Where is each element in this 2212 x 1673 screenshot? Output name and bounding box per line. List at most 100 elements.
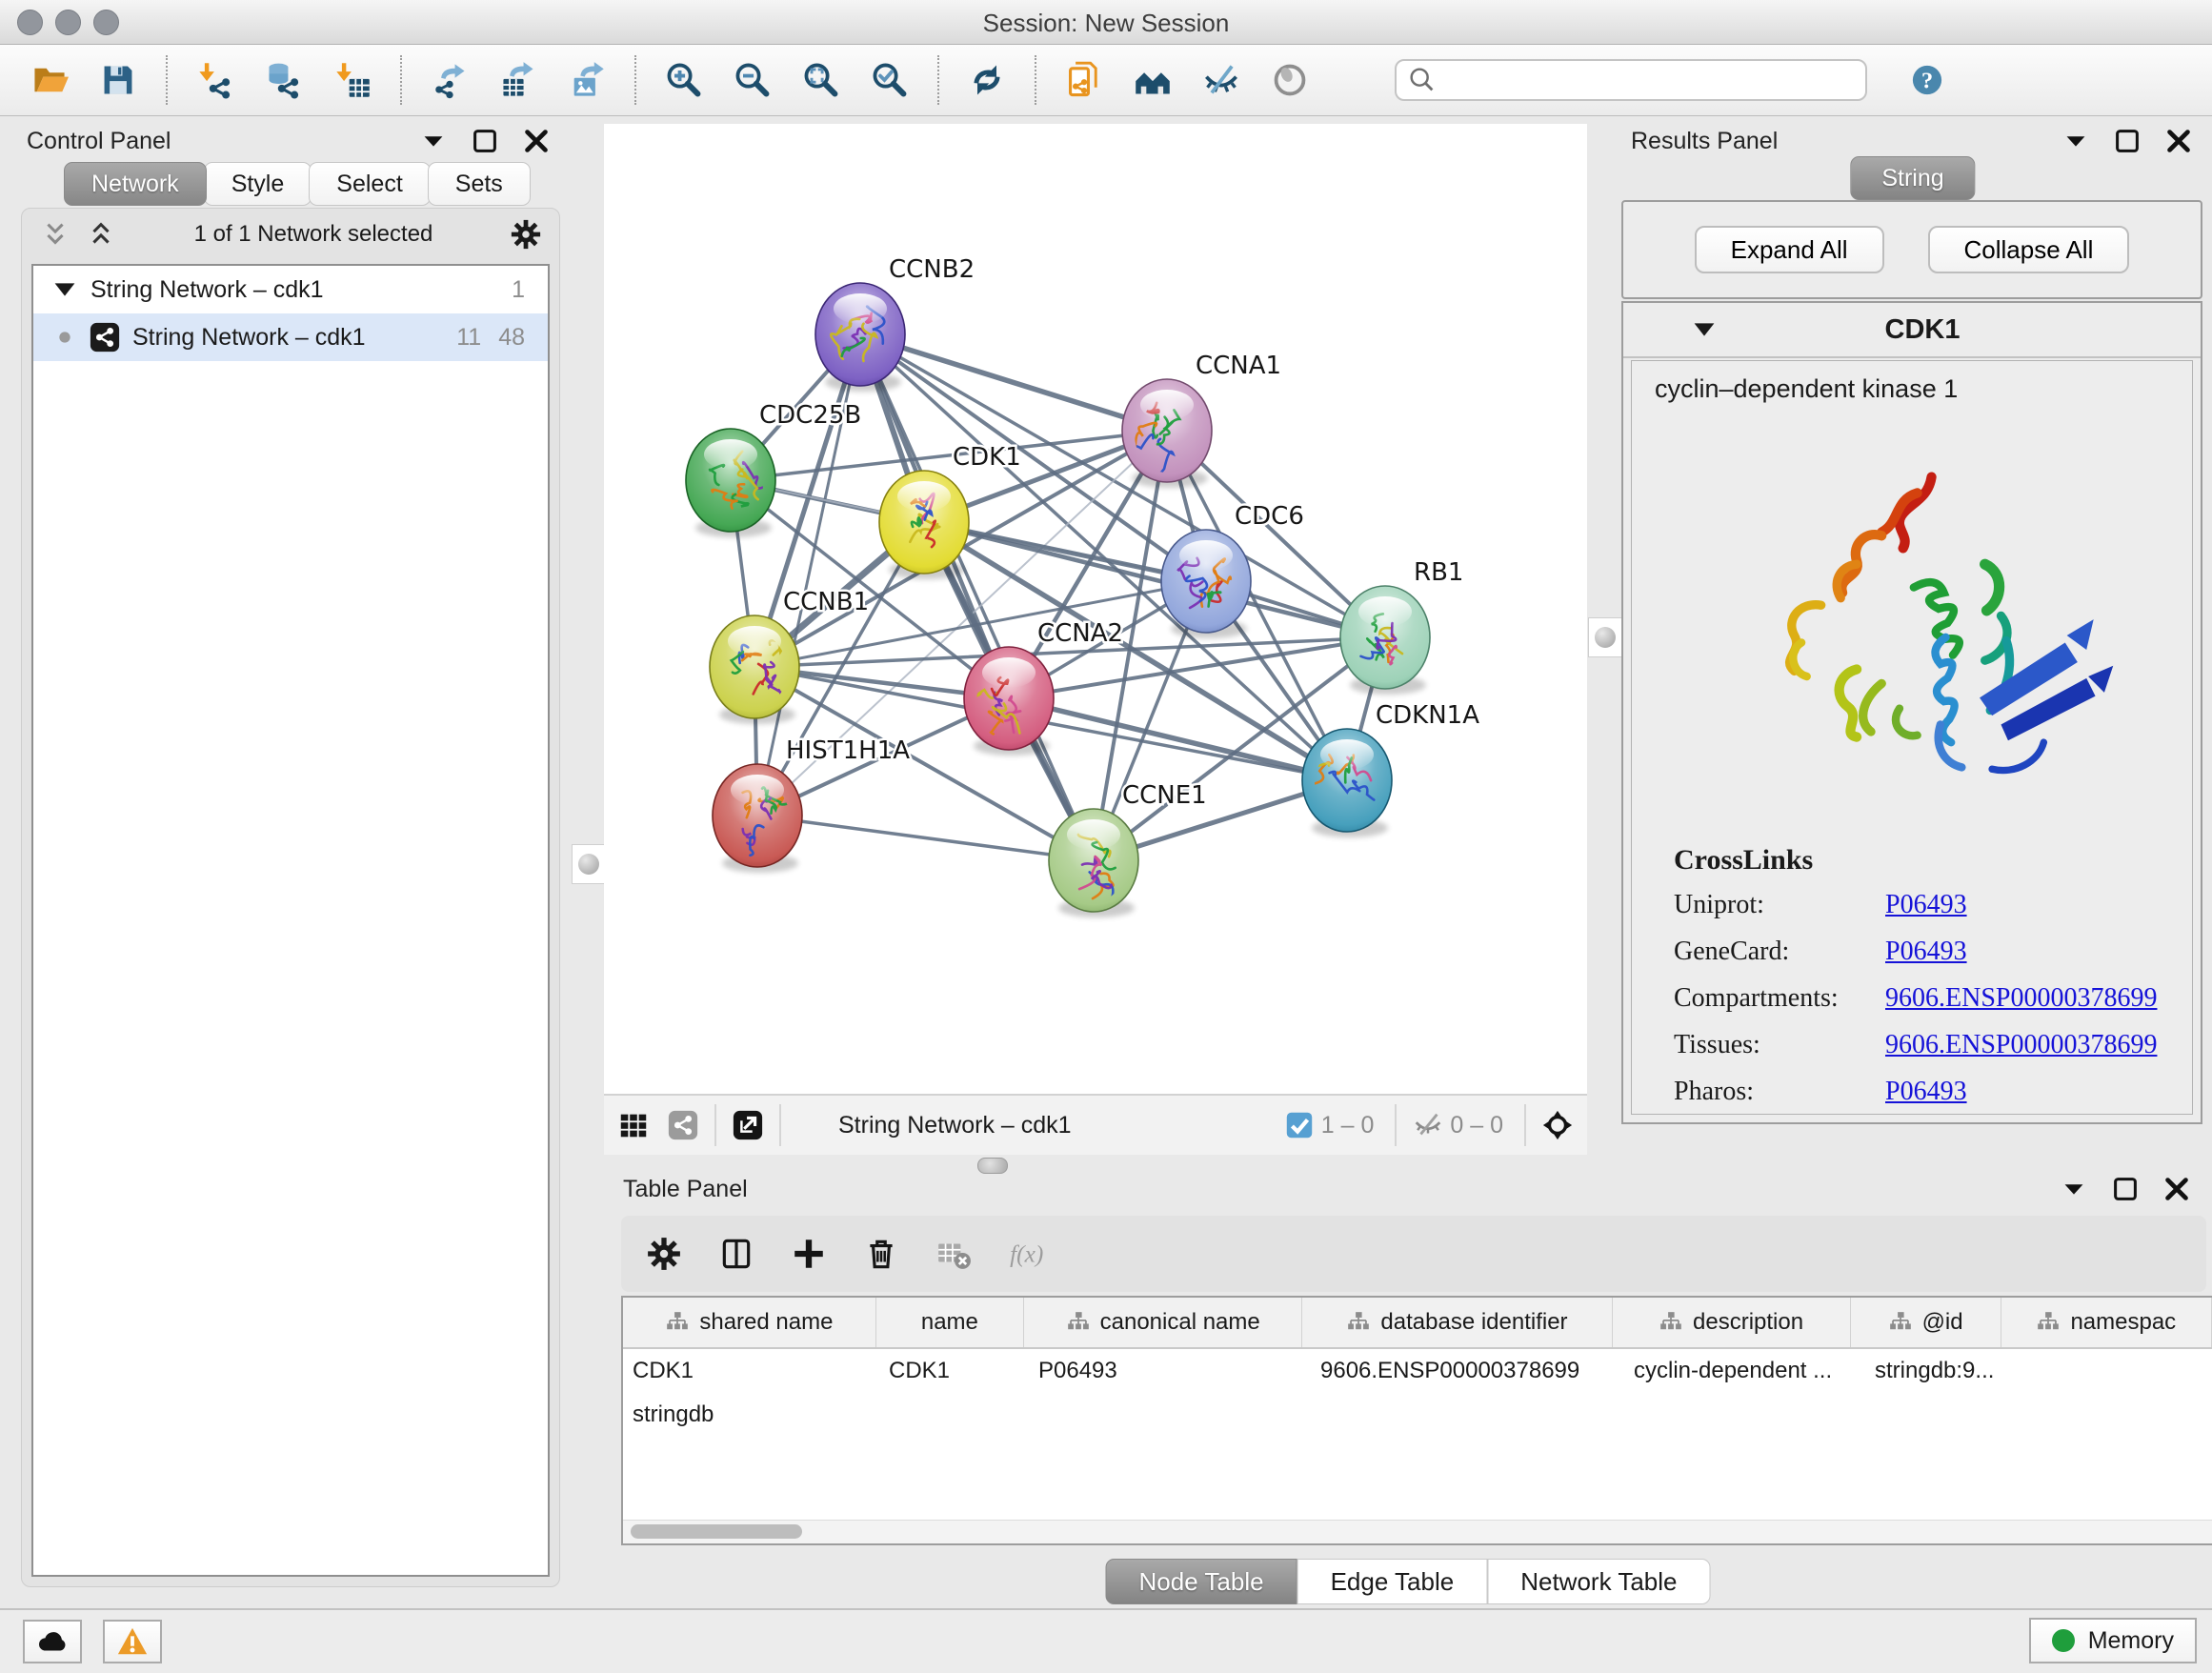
tab-edge-table[interactable]: Edge Table: [1297, 1559, 1488, 1604]
table-h-scrollbar: [623, 1520, 2212, 1543]
houses-icon[interactable]: [1132, 59, 1174, 101]
panel-float-icon[interactable]: [2111, 125, 2143, 157]
network-selection-status: 1 of 1 Network selected: [117, 221, 510, 248]
column-header-name[interactable]: name: [876, 1298, 1024, 1347]
warnings-button[interactable]: [103, 1620, 162, 1663]
columns-icon[interactable]: [718, 1236, 754, 1272]
show-eye-icon[interactable]: [1269, 59, 1311, 101]
memory-button[interactable]: Memory: [2029, 1618, 2197, 1663]
column-header-database-identifier[interactable]: database identifier: [1302, 1298, 1612, 1347]
column-header-canonical-name[interactable]: canonical name: [1024, 1298, 1302, 1347]
crosslink-link[interactable]: P06493: [1885, 937, 1967, 967]
zoom-fit-icon[interactable]: [800, 59, 842, 101]
network-row-selected[interactable]: String Network – cdk1 11 48: [33, 313, 548, 361]
cell: 9606.ENSP00000378699: [1311, 1349, 1624, 1393]
crosslink-row: Tissues:9606.ENSP00000378699: [1674, 1030, 2192, 1060]
tab-network[interactable]: Network: [64, 162, 207, 206]
network-collection-row[interactable]: String Network – cdk1 1: [33, 266, 548, 313]
tab-sets[interactable]: Sets: [428, 162, 531, 206]
expand-all-button[interactable]: Expand All: [1695, 226, 1884, 273]
collapse-all-button[interactable]: Collapse All: [1928, 226, 2130, 273]
refresh-icon[interactable]: [966, 59, 1008, 101]
crosslink-link[interactable]: P06493: [1885, 1077, 1967, 1107]
tab-string[interactable]: String: [1850, 156, 1975, 200]
network-share-badge-icon[interactable]: [667, 1109, 699, 1141]
zoom-in-icon[interactable]: [663, 59, 705, 101]
save-icon[interactable]: [97, 59, 139, 101]
column-header--id[interactable]: @id: [1851, 1298, 2001, 1347]
column-header-description[interactable]: description: [1613, 1298, 1851, 1347]
edge-CCNB2-CCNE1[interactable]: [860, 334, 1094, 860]
table-h-scrollbar-thumb[interactable]: [631, 1524, 802, 1539]
crosslink-link[interactable]: 9606.ENSP00000378699: [1885, 1030, 2157, 1060]
section-collapse-icon[interactable]: [1688, 313, 1720, 346]
import-database-icon[interactable]: [263, 59, 305, 101]
import-network-icon[interactable]: [194, 59, 236, 101]
column-header-shared-name[interactable]: shared name: [623, 1298, 876, 1347]
node-HIST1H1A[interactable]: HIST1H1A: [713, 736, 910, 867]
network-view-canvas[interactable]: CCNB2CCNA1CDC25BCDK1CDC6RB1CCNB1CCNA2CDK…: [604, 124, 1587, 1094]
node-CCNE1[interactable]: CCNE1: [1049, 781, 1207, 912]
table-panel: Table Panel f(x) shared namenamecanonica…: [604, 1170, 2212, 1608]
panel-menu-icon[interactable]: [2060, 125, 2092, 157]
collapse-all-networks-icon[interactable]: [39, 218, 71, 251]
column-header-namespac[interactable]: namespac: [2001, 1298, 2212, 1347]
left-splitter-handle[interactable]: [572, 844, 606, 884]
zoom-out-icon[interactable]: [732, 59, 774, 101]
node-CCNA1[interactable]: CCNA1: [1122, 352, 1281, 482]
import-table-icon[interactable]: [332, 59, 373, 101]
gear-icon[interactable]: [646, 1236, 682, 1272]
collection-count: 1: [512, 276, 525, 304]
search-input[interactable]: [1438, 66, 1856, 94]
hide-eye-icon[interactable]: [1200, 59, 1242, 101]
plus-icon[interactable]: [791, 1236, 827, 1272]
export-image-icon[interactable]: [566, 59, 608, 101]
selected-checkbox-icon[interactable]: [1283, 1109, 1316, 1141]
export-view-icon[interactable]: [732, 1109, 764, 1141]
network-label: String Network – cdk1: [132, 324, 439, 352]
function-icon: f(x): [1008, 1236, 1044, 1272]
right-splitter-handle[interactable]: [1588, 617, 1622, 657]
column-label: database identifier: [1380, 1309, 1567, 1336]
node-RB1[interactable]: RB1: [1340, 558, 1463, 689]
table-row[interactable]: CDK1CDK1P064939606.ENSP00000378699cyclin…: [623, 1349, 2212, 1437]
tab-style[interactable]: Style: [204, 162, 312, 206]
node-CCNB1[interactable]: CCNB1: [710, 588, 869, 718]
panel-close-icon[interactable]: [2162, 125, 2195, 157]
network-tree: String Network – cdk1 1 String Network –…: [31, 264, 550, 1577]
network-badge-icon: [89, 321, 121, 353]
panel-close-icon[interactable]: [520, 125, 553, 157]
zoom-selected-icon[interactable]: [869, 59, 911, 101]
cloud-button[interactable]: [23, 1620, 82, 1663]
export-network-icon[interactable]: [429, 59, 471, 101]
node-CDKN1A[interactable]: CDKN1A: [1302, 701, 1479, 832]
tab-select[interactable]: Select: [309, 162, 430, 206]
panel-float-icon[interactable]: [2109, 1173, 2142, 1205]
export-table-icon[interactable]: [497, 59, 539, 101]
crosslink-link[interactable]: P06493: [1885, 890, 1967, 920]
help-button[interactable]: ?: [1911, 64, 1943, 96]
edge-HIST1H1A-CCNE1[interactable]: [757, 816, 1094, 860]
tab-network-table[interactable]: Network Table: [1487, 1559, 1710, 1604]
fit-selected-crosshair-icon[interactable]: [1541, 1109, 1574, 1141]
tab-node-table[interactable]: Node Table: [1106, 1559, 1297, 1604]
collection-caret-icon[interactable]: [49, 273, 81, 306]
trash-icon[interactable]: [863, 1236, 899, 1272]
svg-text:f(x): f(x): [1010, 1240, 1043, 1267]
panel-close-icon[interactable]: [2161, 1173, 2193, 1205]
panel-menu-icon[interactable]: [417, 125, 450, 157]
open-folder-icon[interactable]: [29, 59, 70, 101]
panel-menu-icon[interactable]: [2058, 1173, 2090, 1205]
clipboard-share-icon[interactable]: [1063, 59, 1105, 101]
expand-all-networks-icon[interactable]: [85, 218, 117, 251]
crosslink-label: Uniprot:: [1674, 890, 1885, 920]
network-options-gear-icon[interactable]: [510, 218, 542, 251]
edge-CCNB2-CCNA1[interactable]: [860, 334, 1167, 431]
edge-CDK1-RB1[interactable]: [924, 522, 1385, 637]
node-CCNB2[interactable]: CCNB2: [815, 255, 975, 386]
panel-float-icon[interactable]: [469, 125, 501, 157]
node-CDK1[interactable]: CDK1: [879, 443, 1021, 574]
hidden-eye-icon[interactable]: [1412, 1109, 1444, 1141]
crosslink-link[interactable]: 9606.ENSP00000378699: [1885, 983, 2157, 1014]
birds-eye-grid-icon[interactable]: [617, 1109, 650, 1141]
